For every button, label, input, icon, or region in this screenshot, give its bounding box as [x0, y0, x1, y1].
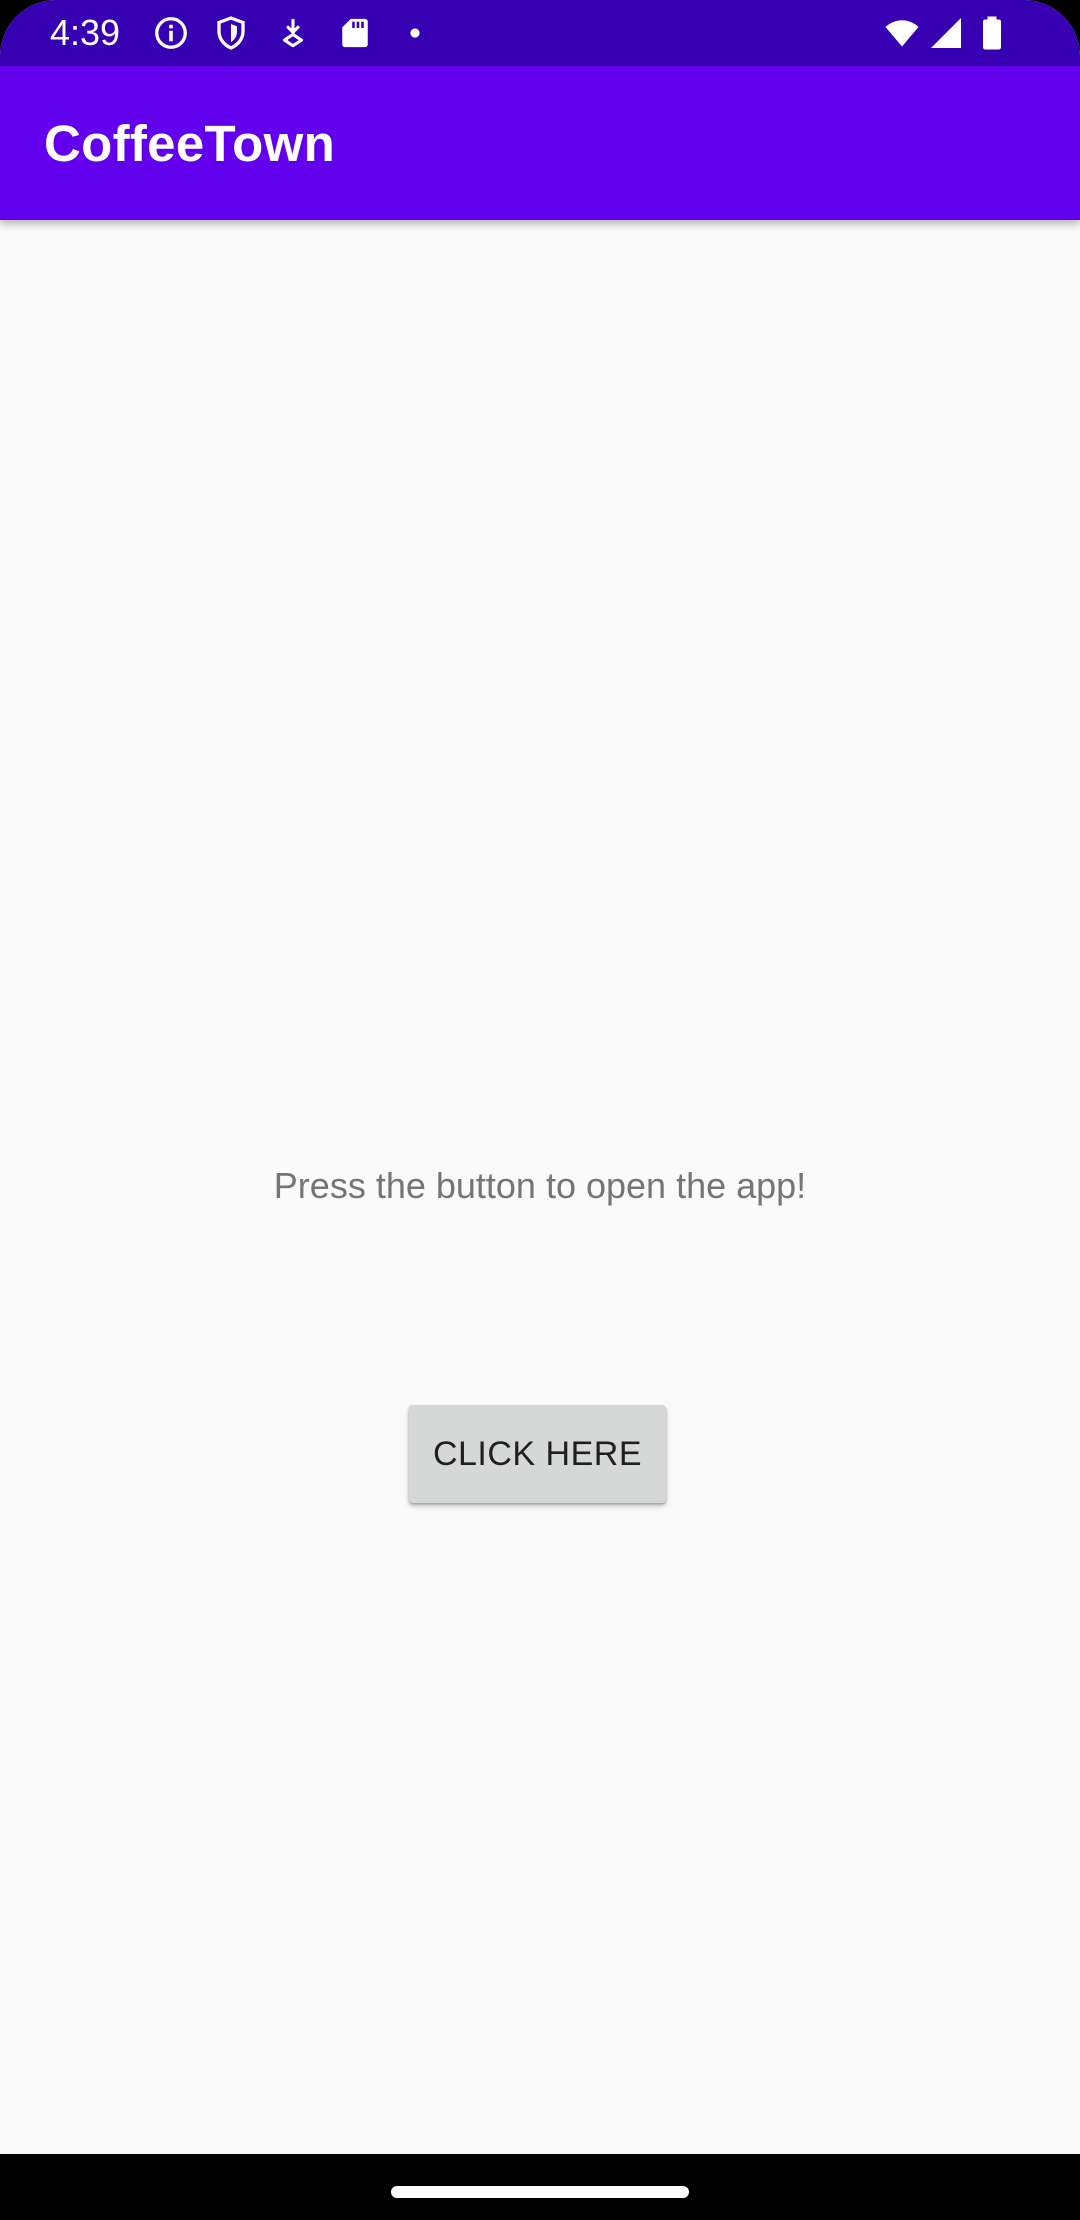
dot-icon: [410, 28, 420, 38]
status-bar: 4:39: [0, 0, 1080, 66]
click-here-button[interactable]: CLICK HERE: [409, 1405, 666, 1503]
status-time: 4:39: [50, 12, 121, 53]
navigation-bar: [0, 2154, 1080, 2220]
battery-icon: [983, 16, 1001, 50]
sd-card-icon: [342, 18, 368, 48]
download-icon: [282, 18, 304, 48]
shield-icon: [217, 16, 245, 50]
app-title: CoffeeTown: [44, 115, 336, 172]
wifi-icon: [885, 20, 919, 47]
main-content: Press the button to open the app! CLICK …: [0, 220, 1080, 2154]
home-handle[interactable]: [391, 2186, 689, 2198]
prompt-text: Press the button to open the app!: [273, 1165, 807, 1206]
app-bar: CoffeeTown: [0, 66, 1080, 220]
info-icon: [155, 17, 187, 49]
signal-icon: [931, 18, 961, 48]
phone-screen: 4:39 CoffeeTown Press the button to open…: [0, 0, 1080, 2220]
